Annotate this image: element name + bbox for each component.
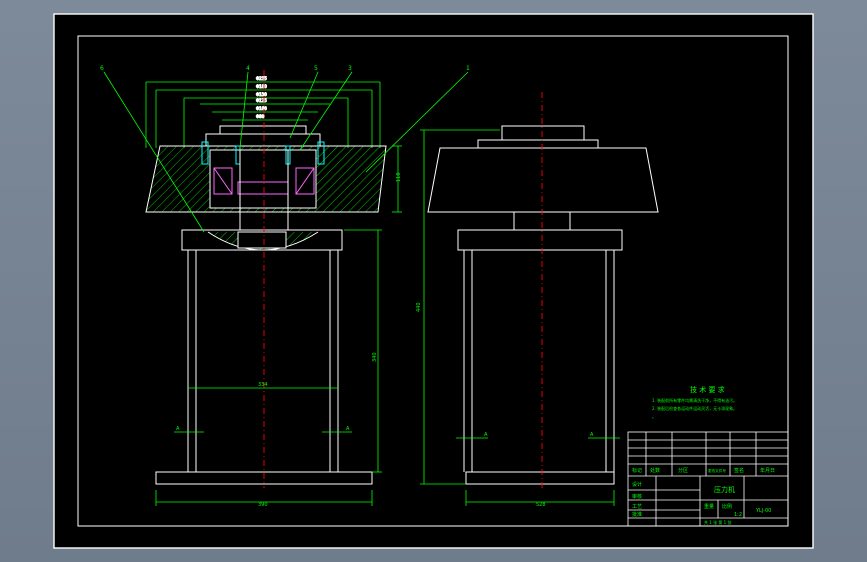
tech-req-line-2: 2. 装配后检查各运动件运动灵活，无卡滞现象。	[652, 405, 737, 411]
callout-6: 6	[100, 65, 104, 72]
callout-4: 4	[246, 65, 250, 72]
tech-req-title: 技 术 要 求	[690, 385, 725, 394]
callout-1: 1	[466, 65, 470, 72]
callout-5: 5	[314, 65, 318, 72]
tb-label-sign: 签名	[734, 467, 744, 474]
cad-drawing: Φ215 Φ180 Φ150 Φ125 Φ100 Φ80 110 340 334…	[53, 13, 814, 549]
bearing-cavity	[209, 149, 317, 209]
section-a-left-1: A	[176, 426, 180, 432]
dim-top-5: Φ100	[256, 106, 267, 111]
section-a-left-2: A	[346, 426, 350, 432]
drawing-sheet	[53, 13, 814, 549]
dim-height-left: 340	[372, 352, 378, 362]
dim-top-1: Φ215	[256, 76, 267, 81]
dim-base-width-right: 528	[536, 502, 546, 508]
tb-label-mark: 标记	[632, 467, 642, 474]
dim-side-110: 110	[396, 172, 402, 182]
tb-drawing-name: 压力机	[714, 485, 735, 494]
tb-scale: 1:2	[734, 512, 742, 518]
tb-scale-label: 比例	[722, 503, 732, 510]
section-a-right-1: A	[484, 432, 488, 438]
tb-drawing-number: YLJ-00	[755, 508, 771, 514]
dim-inner-width: 334	[258, 382, 268, 388]
tb-label-zone: 分区	[678, 467, 688, 474]
dim-height-right: 440	[416, 302, 422, 312]
nut	[237, 231, 287, 249]
tech-req-line-3: 。	[652, 414, 656, 419]
callout-3: 3	[348, 65, 352, 72]
dim-top-6: Φ80	[256, 114, 265, 119]
dim-top-3: Φ150	[256, 92, 267, 97]
tb-sheet: 共 1 张 第 1 张	[704, 519, 731, 525]
tb-label-count: 处数	[650, 467, 660, 474]
tb-label-date: 年月日	[760, 467, 775, 474]
dim-top-2: Φ180	[256, 84, 267, 89]
tb-label-change: 更改文件号	[708, 468, 726, 473]
section-a-right-2: A	[590, 432, 594, 438]
tb-signer-review: 审核	[632, 493, 642, 500]
tb-weight-label: 重量	[704, 503, 714, 510]
tb-signer-process: 工艺	[632, 504, 642, 510]
dim-top-4: Φ125	[256, 98, 267, 103]
tb-signer-design: 设计	[632, 481, 642, 488]
cad-viewport[interactable]: Φ215 Φ180 Φ150 Φ125 Φ100 Φ80 110 340 334…	[0, 0, 867, 562]
cap-ring	[205, 133, 321, 147]
tb-signer-approve: 批准	[632, 511, 642, 518]
dim-base-width-left: 390	[258, 502, 268, 508]
tech-req-line-1: 1. 装配前所有零件均需清洗干净，不得有油污。	[652, 397, 737, 403]
